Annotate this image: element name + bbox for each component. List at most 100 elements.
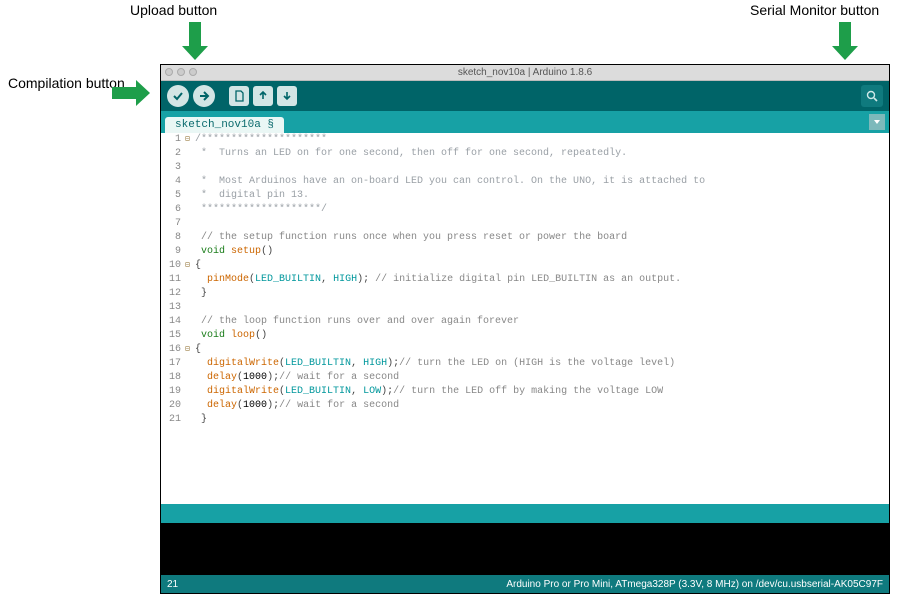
line-number: 13 — [161, 301, 185, 315]
fold-toggle-icon[interactable]: ⊟ — [185, 133, 195, 147]
line-content[interactable]: delay(1000);// wait for a second — [195, 399, 399, 413]
statusbar: 21 Arduino Pro or Pro Mini, ATmega328P (… — [161, 575, 889, 593]
open-button[interactable] — [253, 86, 273, 106]
fold-toggle-icon — [185, 147, 195, 161]
line-number: 2 — [161, 147, 185, 161]
status-line-col: 21 — [167, 579, 178, 590]
line-number: 11 — [161, 273, 185, 287]
line-number: 14 — [161, 315, 185, 329]
line-number: 18 — [161, 371, 185, 385]
fold-toggle-icon — [185, 245, 195, 259]
tab-sketch[interactable]: sketch_nov10a § — [165, 117, 284, 133]
code-line[interactable]: 13 — [161, 301, 889, 315]
fold-toggle-icon — [185, 385, 195, 399]
line-content[interactable]: delay(1000);// wait for a second — [195, 371, 399, 385]
message-bar — [161, 507, 889, 523]
anno-compile-label: Compilation button — [8, 75, 125, 91]
fold-toggle-icon — [185, 161, 195, 175]
line-number: 3 — [161, 161, 185, 175]
code-line[interactable]: 10⊟{ — [161, 259, 889, 273]
line-number: 6 — [161, 203, 185, 217]
window-title: sketch_nov10a | Arduino 1.8.6 — [458, 67, 592, 78]
line-number: 7 — [161, 217, 185, 231]
code-line[interactable]: 17 digitalWrite(LED_BUILTIN, HIGH);// tu… — [161, 357, 889, 371]
code-line[interactable]: 2 * Turns an LED on for one second, then… — [161, 147, 889, 161]
zoom-icon[interactable] — [189, 68, 197, 76]
status-board-info: Arduino Pro or Pro Mini, ATmega328P (3.3… — [506, 579, 883, 590]
tab-menu-button[interactable] — [869, 114, 885, 130]
fold-toggle-icon — [185, 413, 195, 427]
anno-serial-label: Serial Monitor button — [750, 2, 879, 18]
toolbar — [161, 81, 889, 111]
code-line[interactable]: 14 // the loop function runs over and ov… — [161, 315, 889, 329]
fold-toggle-icon — [185, 315, 195, 329]
new-button[interactable] — [229, 86, 249, 106]
traffic-lights[interactable] — [165, 68, 197, 76]
minimize-icon[interactable] — [177, 68, 185, 76]
line-content[interactable]: } — [195, 287, 207, 301]
line-number: 4 — [161, 175, 185, 189]
fold-toggle-icon — [185, 231, 195, 245]
line-content[interactable]: * digital pin 13. — [195, 189, 309, 203]
code-line[interactable]: 12 } — [161, 287, 889, 301]
code-line[interactable]: 6 ********************/ — [161, 203, 889, 217]
fold-toggle-icon — [185, 175, 195, 189]
code-line[interactable]: 5 * digital pin 13. — [161, 189, 889, 203]
line-content[interactable]: digitalWrite(LED_BUILTIN, LOW);// turn t… — [195, 385, 663, 399]
line-number: 19 — [161, 385, 185, 399]
code-line[interactable]: 1⊟/********************* — [161, 133, 889, 147]
fold-toggle-icon — [185, 399, 195, 413]
code-line[interactable]: 21 } — [161, 413, 889, 427]
line-content[interactable]: // the loop function runs over and over … — [195, 315, 519, 329]
fold-toggle-icon — [185, 371, 195, 385]
code-line[interactable]: 19 digitalWrite(LED_BUILTIN, LOW);// tur… — [161, 385, 889, 399]
line-content[interactable]: { — [195, 259, 201, 273]
code-line[interactable]: 15 void loop() — [161, 329, 889, 343]
line-content[interactable]: { — [195, 343, 201, 357]
code-line[interactable]: 16⊟{ — [161, 343, 889, 357]
fold-toggle-icon — [185, 357, 195, 371]
line-content[interactable]: void loop() — [195, 329, 267, 343]
code-line[interactable]: 4 * Most Arduinos have an on-board LED y… — [161, 175, 889, 189]
line-number: 8 — [161, 231, 185, 245]
serial-monitor-button[interactable] — [861, 85, 883, 107]
verify-button[interactable] — [167, 85, 189, 107]
fold-toggle-icon — [185, 287, 195, 301]
fold-toggle-icon[interactable]: ⊟ — [185, 259, 195, 273]
line-content[interactable]: // the setup function runs once when you… — [195, 231, 627, 245]
code-line[interactable]: 20 delay(1000);// wait for a second — [161, 399, 889, 413]
fold-toggle-icon — [185, 217, 195, 231]
line-content[interactable]: digitalWrite(LED_BUILTIN, HIGH);// turn … — [195, 357, 675, 371]
save-button[interactable] — [277, 86, 297, 106]
line-content[interactable]: void setup() — [195, 245, 273, 259]
line-number: 5 — [161, 189, 185, 203]
code-editor[interactable]: 1⊟/*********************2 * Turns an LED… — [161, 133, 889, 507]
anno-upload-label: Upload button — [130, 2, 217, 18]
line-content[interactable]: ********************/ — [195, 203, 327, 217]
line-content[interactable]: * Most Arduinos have an on-board LED you… — [195, 175, 705, 189]
line-number: 15 — [161, 329, 185, 343]
line-number: 9 — [161, 245, 185, 259]
tabbar: sketch_nov10a § — [161, 111, 889, 133]
code-line[interactable]: 18 delay(1000);// wait for a second — [161, 371, 889, 385]
upload-button[interactable] — [193, 85, 215, 107]
line-number: 10 — [161, 259, 185, 273]
line-content[interactable]: pinMode(LED_BUILTIN, HIGH); // initializ… — [195, 273, 681, 287]
code-line[interactable]: 3 — [161, 161, 889, 175]
fold-toggle-icon[interactable]: ⊟ — [185, 343, 195, 357]
code-line[interactable]: 11 pinMode(LED_BUILTIN, HIGH); // initia… — [161, 273, 889, 287]
arduino-ide-window: sketch_nov10a | Arduino 1.8.6 sketch_nov… — [160, 64, 890, 594]
fold-toggle-icon — [185, 329, 195, 343]
code-line[interactable]: 8 // the setup function runs once when y… — [161, 231, 889, 245]
fold-toggle-icon — [185, 203, 195, 217]
close-icon[interactable] — [165, 68, 173, 76]
line-content[interactable]: * Turns an LED on for one second, then o… — [195, 147, 627, 161]
code-line[interactable]: 9 void setup() — [161, 245, 889, 259]
code-line[interactable]: 7 — [161, 217, 889, 231]
line-content[interactable]: } — [195, 413, 207, 427]
line-number: 1 — [161, 133, 185, 147]
console-output[interactable] — [161, 523, 889, 575]
line-number: 12 — [161, 287, 185, 301]
fold-toggle-icon — [185, 189, 195, 203]
line-content[interactable]: /********************* — [195, 133, 327, 147]
